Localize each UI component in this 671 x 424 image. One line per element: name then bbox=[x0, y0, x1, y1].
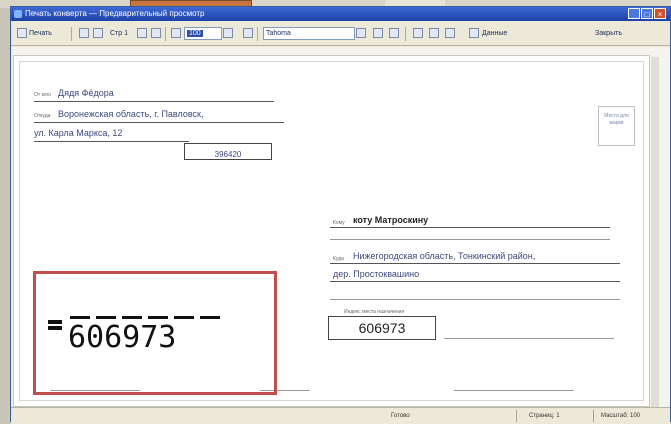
zoom-value: 100 bbox=[187, 30, 203, 37]
status-scale: Масштаб: 100 bbox=[601, 413, 641, 419]
to-line bbox=[330, 227, 610, 228]
minimize-button[interactable]: _ bbox=[628, 8, 640, 19]
options-icon[interactable] bbox=[389, 28, 399, 38]
next-page-icon[interactable] bbox=[137, 28, 147, 38]
from-address-underline bbox=[34, 122, 284, 123]
data-icon[interactable] bbox=[469, 28, 479, 38]
print-button[interactable]: Печать bbox=[29, 28, 52, 40]
to-address-underline bbox=[330, 299, 620, 300]
first-page-icon[interactable] bbox=[79, 28, 89, 38]
printer-icon[interactable] bbox=[17, 28, 27, 38]
highlight-frame bbox=[33, 271, 277, 395]
from-address-line2: ул. Карла Маркса, 12 bbox=[34, 128, 123, 138]
toolbar-separator bbox=[71, 27, 72, 41]
font-select[interactable]: Tahoma bbox=[263, 27, 355, 40]
to-zip-caption: Индекс места назначения bbox=[344, 309, 405, 315]
status-bar: Готово Страниц: 1 Масштаб: 100 bbox=[11, 407, 670, 424]
prev-page-icon[interactable] bbox=[93, 28, 103, 38]
from-caption: От кого bbox=[34, 92, 52, 98]
font-value: Tahoma bbox=[266, 30, 291, 37]
grid-icon[interactable] bbox=[445, 28, 455, 38]
find-icon[interactable] bbox=[413, 28, 423, 38]
toolbar: Печать Стр 1 100 Tahoma Данные Закрыть bbox=[11, 23, 670, 46]
last-page-icon[interactable] bbox=[151, 28, 161, 38]
from-address-caption: Откуда bbox=[34, 113, 51, 119]
window-title: Печать конверта — Предварительный просмо… bbox=[25, 9, 205, 18]
toolbar-separator bbox=[405, 27, 406, 41]
zoom-field[interactable]: 100 bbox=[184, 27, 222, 40]
status-pages: Страниц: 1 bbox=[529, 413, 560, 419]
app-icon bbox=[14, 10, 22, 18]
maximize-button[interactable]: □ bbox=[641, 8, 653, 19]
toolbar-separator bbox=[257, 27, 258, 41]
title-bar: Печать конверта — Предварительный просмо… bbox=[11, 7, 670, 21]
from-address-line1: Воронежская область, г. Павловск, bbox=[58, 109, 204, 119]
to-address-underline bbox=[330, 263, 620, 264]
to-caption: Кому bbox=[333, 220, 345, 226]
to-line-extra bbox=[330, 239, 610, 240]
stamp-placeholder: Место для марки bbox=[598, 106, 635, 146]
to-address-line2: дер. Простоквашино bbox=[333, 269, 420, 279]
status-ready: Готово bbox=[391, 413, 410, 419]
to-address-underline bbox=[330, 281, 620, 282]
zoom-dropdown-icon[interactable] bbox=[223, 28, 233, 38]
to-zip: 606973 bbox=[358, 320, 406, 336]
status-divider bbox=[516, 410, 517, 422]
to-address-caption: Куда bbox=[333, 256, 344, 262]
page-indicator: Стр 1 bbox=[110, 30, 128, 37]
to-value: коту Матроскину bbox=[353, 215, 429, 225]
to-zip-underline bbox=[444, 338, 614, 339]
from-value: Дядя Фёдора bbox=[58, 88, 114, 98]
zoom-icon[interactable] bbox=[171, 28, 181, 38]
stamp-text: Место для марки bbox=[604, 113, 629, 126]
settings-icon[interactable] bbox=[373, 28, 383, 38]
close-window-button[interactable]: × bbox=[654, 8, 666, 19]
toolbar-separator bbox=[165, 27, 166, 41]
bottom-line bbox=[454, 390, 574, 391]
align-icon[interactable] bbox=[429, 28, 439, 38]
status-divider bbox=[593, 410, 594, 422]
to-address-line1: Нижегородская область, Тонкинский район, bbox=[353, 251, 536, 261]
from-zip-box: 396420 bbox=[184, 143, 272, 160]
data-button[interactable]: Данные bbox=[482, 28, 507, 40]
close-button[interactable]: Закрыть bbox=[595, 28, 622, 40]
to-zip-box: 606973 bbox=[328, 316, 436, 340]
zoom-in-icon[interactable] bbox=[243, 28, 253, 38]
from-zip: 396420 bbox=[214, 150, 242, 159]
page-shadow bbox=[651, 57, 659, 407]
from-line bbox=[34, 101, 274, 102]
font-dropdown-icon[interactable] bbox=[356, 28, 366, 38]
from-address-underline bbox=[34, 141, 189, 142]
